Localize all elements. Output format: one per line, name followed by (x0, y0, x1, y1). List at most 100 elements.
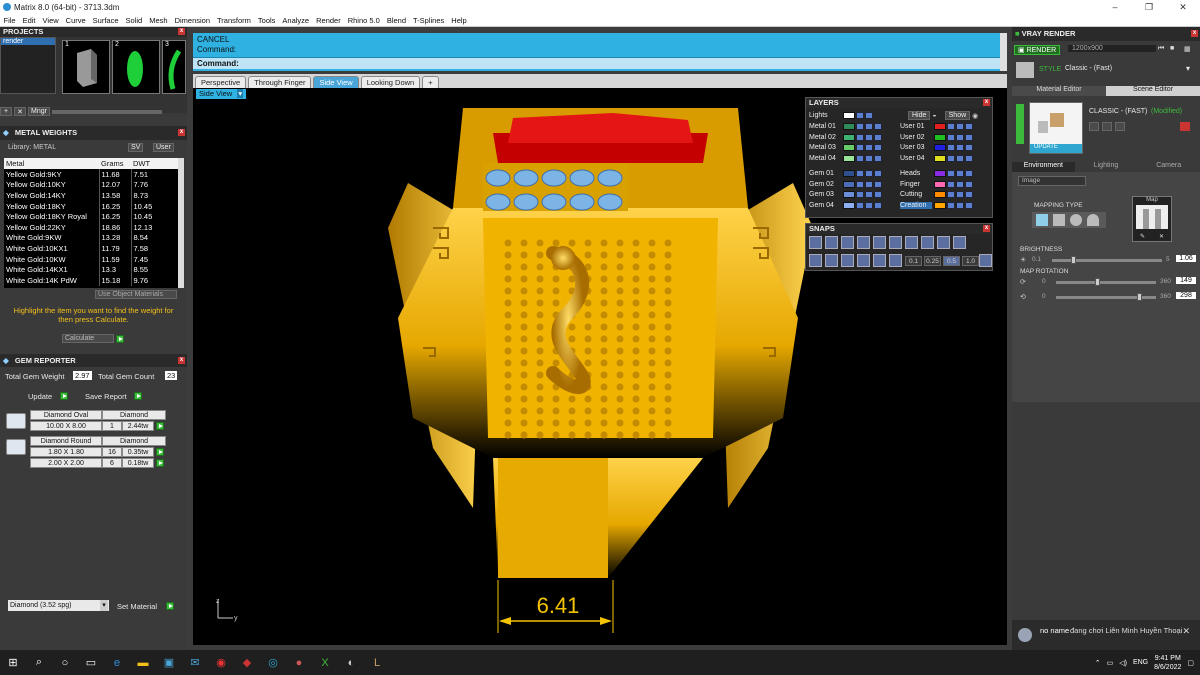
layer-row[interactable]: Finger (900, 180, 973, 189)
clock[interactable]: 9:41 PM 8/6/2022 (1154, 654, 1181, 672)
angle-snap-icon[interactable] (873, 236, 886, 249)
curve-snap-icon[interactable] (825, 236, 838, 249)
lock-icon[interactable] (856, 112, 864, 119)
layer-color-swatch[interactable] (843, 201, 855, 209)
save-report-go-icon[interactable] (134, 392, 142, 400)
set-material-button[interactable]: Set Material (117, 602, 157, 611)
lock-icon[interactable] (947, 144, 955, 151)
table-row[interactable]: Yellow Gold:10KY 12.07 7.76 (4, 179, 179, 191)
project-item[interactable]: render (1, 38, 55, 45)
snap-increment-button[interactable]: 0.25 (924, 256, 941, 266)
delete-preset-icon[interactable] (1180, 122, 1190, 131)
close-icon[interactable]: x (1191, 30, 1198, 37)
use-object-materials-select[interactable]: Use Object Materials (95, 290, 177, 299)
visibility-icon[interactable] (965, 123, 973, 130)
lock-icon[interactable] (947, 154, 955, 162)
table-row[interactable]: White Gold:10KW 11.59 7.45 (4, 253, 179, 265)
point-snap-icon[interactable] (857, 236, 870, 249)
open-preset-icon[interactable] (1115, 122, 1125, 131)
volume-icon[interactable]: ◁) (1119, 659, 1127, 667)
lock-icon[interactable] (947, 123, 955, 130)
snap-tool-icon[interactable] (841, 254, 854, 267)
chrome-icon[interactable]: ◉ (210, 654, 232, 672)
layer-row[interactable]: Metal 04 (809, 154, 882, 163)
layer-color-swatch[interactable] (934, 170, 946, 177)
curve-on-surface-icon[interactable] (889, 236, 902, 249)
menu-item-file[interactable]: File (0, 16, 19, 25)
layer-color-swatch[interactable] (934, 191, 946, 198)
eye-closed-icon[interactable]: ◒ (932, 112, 936, 119)
menu-item-view[interactable]: View (39, 16, 62, 25)
lock-icon[interactable] (856, 154, 864, 162)
select-icon[interactable] (865, 144, 873, 151)
file-explorer-icon[interactable]: ▬ (132, 654, 154, 672)
quad-snap-icon[interactable] (937, 236, 950, 249)
layer-color-swatch[interactable] (843, 170, 855, 177)
add-project-button[interactable]: + (0, 107, 12, 116)
layer-row[interactable]: Metal 02 (809, 133, 882, 142)
tab-perspective[interactable]: Perspective (195, 76, 247, 88)
snap-increment-button[interactable]: 1.0 (962, 256, 979, 266)
layer-row[interactable]: Metal 03 (809, 143, 882, 152)
calculate-go-icon[interactable] (116, 335, 124, 343)
select-gem-icon[interactable] (156, 422, 164, 430)
metal-table-scrollbar[interactable] (178, 158, 184, 288)
game-app-icon[interactable]: ◆ (236, 654, 258, 672)
table-row[interactable]: White Gold:10KX1 11.79 7.58 (4, 243, 179, 254)
snap-increment-button[interactable]: 0.1 (905, 256, 922, 266)
visibility-icon[interactable] (874, 144, 882, 151)
snap-increment-button[interactable]: 0.5 (943, 256, 960, 266)
layer-color-swatch[interactable] (843, 180, 855, 188)
preset-update-button[interactable]: UPDATE (1030, 144, 1082, 153)
league-icon[interactable]: L (366, 654, 388, 672)
table-row[interactable]: Yellow Gold:22KY 18.86 12.13 (4, 221, 179, 233)
lock-icon[interactable] (947, 133, 955, 141)
tab-side-view[interactable]: Side View (313, 76, 359, 88)
menu-item-t-splines[interactable]: T-Splines (410, 16, 448, 25)
mapping-sphere-icon[interactable] (1070, 214, 1082, 226)
close-button[interactable]: ✕ (1166, 0, 1200, 14)
command-scrollbar[interactable] (1000, 33, 1007, 71)
snap-tool-icon[interactable] (873, 254, 886, 267)
rotation-2-slider-thumb[interactable] (1137, 293, 1142, 301)
grid-snap-icon[interactable] (809, 236, 822, 249)
select-icon[interactable] (865, 133, 873, 141)
visibility-icon[interactable] (874, 191, 882, 198)
tab-scene-editor[interactable]: Scene Editor (1106, 86, 1200, 96)
snap-tool-icon[interactable] (809, 254, 822, 267)
mapping-dome-icon[interactable] (1087, 214, 1099, 226)
perpendicular-snap-icon[interactable] (953, 236, 966, 249)
project-thumb-3[interactable]: 3 (162, 40, 186, 94)
rotation-1-slider-thumb[interactable] (1095, 278, 1100, 286)
center-snap-icon[interactable] (905, 236, 918, 249)
mail-icon[interactable]: ✉ (184, 654, 206, 672)
menu-item-edit[interactable]: Edit (19, 16, 39, 25)
visibility-icon[interactable] (965, 154, 973, 162)
crosshair-snap-icon[interactable] (841, 236, 854, 249)
lock-icon[interactable] (856, 170, 864, 177)
tab-environment[interactable]: Environment (1012, 162, 1075, 172)
visibility-icon[interactable] (874, 170, 882, 177)
visibility-icon[interactable] (874, 180, 882, 188)
layer-row[interactable]: User 03 (900, 143, 973, 152)
select-icon[interactable] (956, 144, 964, 151)
project-thumb-1[interactable]: 1 (62, 40, 110, 94)
layer-color-swatch[interactable] (843, 191, 855, 198)
snap-tool-icon[interactable] (857, 254, 870, 267)
layer-row[interactable]: Cutting (900, 190, 973, 199)
lock-icon[interactable] (856, 201, 864, 209)
update-button[interactable]: Update (28, 392, 52, 401)
layer-color-swatch[interactable] (843, 154, 855, 162)
layer-row[interactable]: User 01 (900, 122, 973, 131)
mid-snap-icon[interactable] (921, 236, 934, 249)
map-load-icon[interactable]: ✎ (1140, 233, 1145, 240)
edge-icon[interactable]: e (106, 654, 128, 672)
layer-color-swatch[interactable] (934, 144, 946, 151)
layer-row[interactable]: User 02 (900, 133, 973, 142)
layer-row[interactable]: Gem 04 (809, 201, 882, 210)
game-notification[interactable]: no name đang chơi Liên Minh Huyền Thoại … (1012, 620, 1200, 652)
select-icon[interactable] (956, 170, 964, 177)
select-icon[interactable] (956, 154, 964, 162)
windows-start-icon[interactable]: ⊞ (2, 654, 24, 672)
layer-row[interactable]: Heads (900, 169, 973, 178)
